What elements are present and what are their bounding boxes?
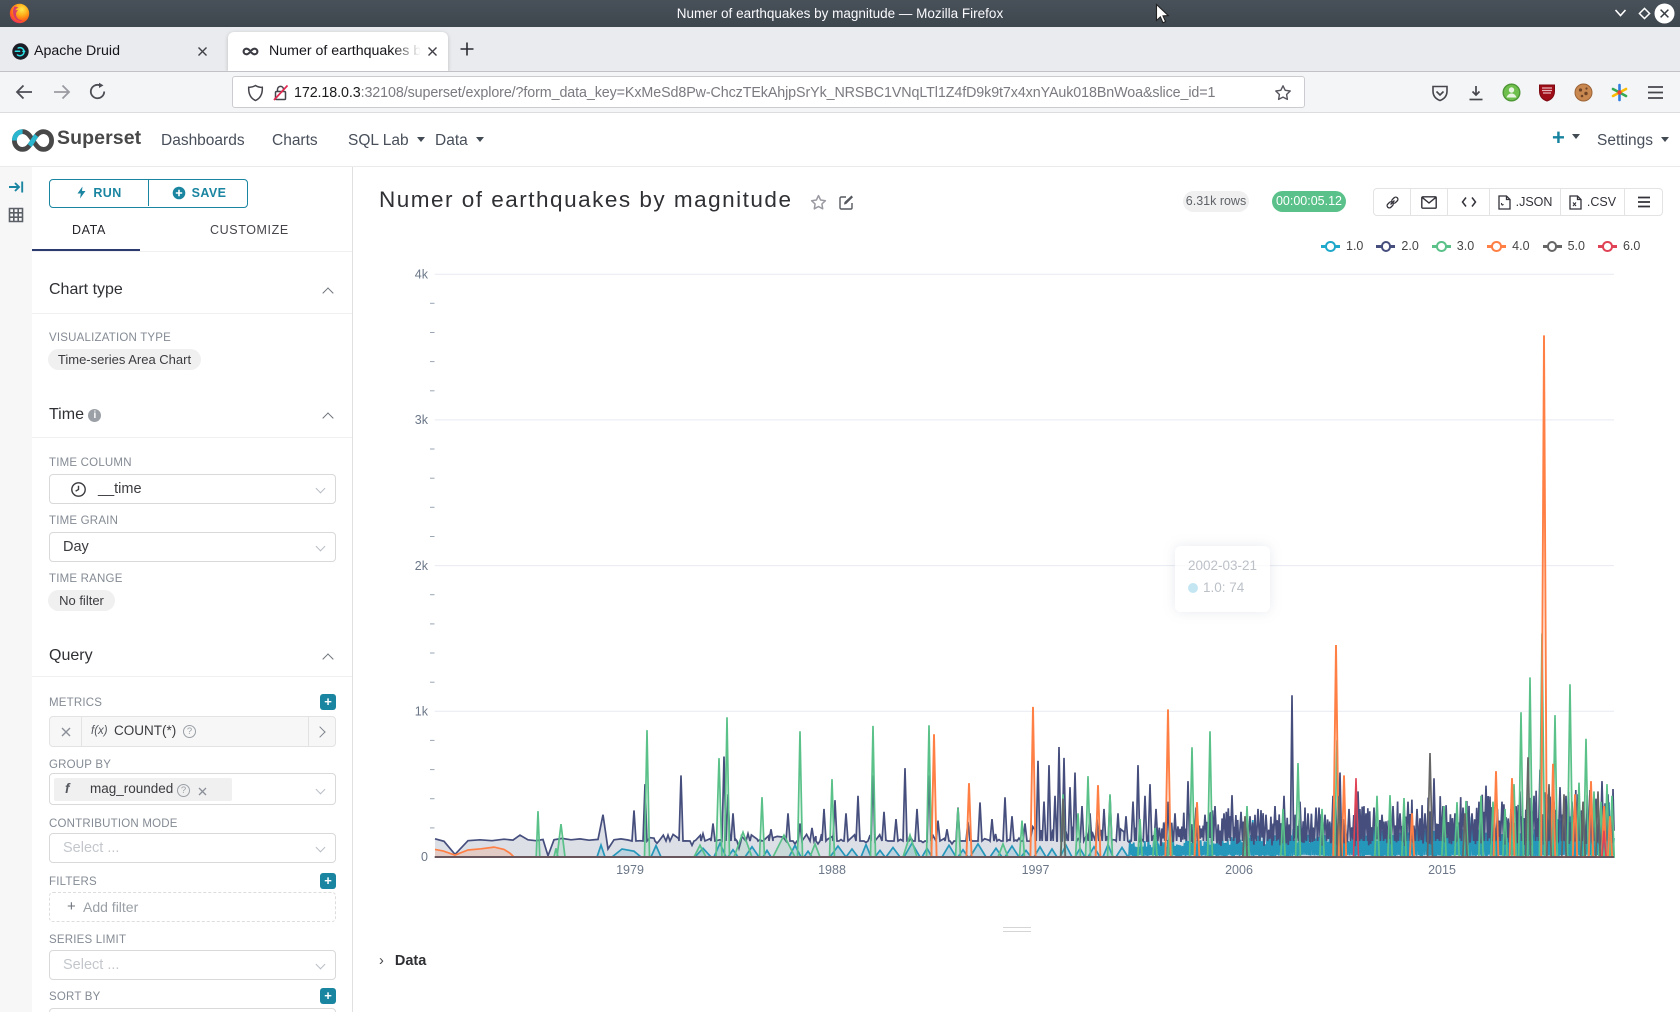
svg-text:2k: 2k (415, 559, 429, 573)
svg-text:4k: 4k (415, 267, 429, 281)
svg-text:1997: 1997 (1022, 863, 1050, 877)
svg-text:1979: 1979 (616, 863, 644, 877)
svg-text:1988: 1988 (818, 863, 846, 877)
svg-text:1k: 1k (415, 705, 429, 719)
svg-text:2006: 2006 (1225, 863, 1253, 877)
svg-text:3k: 3k (415, 413, 429, 427)
svg-text:2015: 2015 (1428, 863, 1456, 877)
svg-text:0: 0 (421, 850, 428, 864)
